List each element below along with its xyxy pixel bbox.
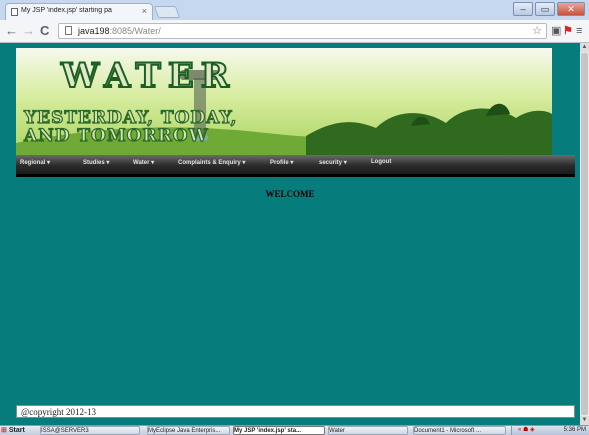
reload-button[interactable]: C	[40, 23, 49, 39]
chevron-down-icon: ▾	[343, 160, 347, 166]
minimize-button[interactable]: –	[513, 2, 533, 16]
menu-item-water[interactable]: Water ▾	[133, 159, 154, 166]
water-banner: WATER YESTERDAY, TODAY, AND TOMORROW	[16, 48, 552, 156]
windows-logo-icon: ⊞	[1, 427, 7, 434]
banner-title: WATER	[60, 55, 237, 97]
extension-icon[interactable]: ▣	[551, 23, 561, 39]
welcome-heading: WELCOME	[265, 189, 315, 199]
menu-item-complaints-enquiry[interactable]: Complaints & Enquiry ▾	[178, 159, 245, 166]
footer-bar: @copyright 2012-13	[16, 405, 575, 418]
scroll-up-arrow-icon[interactable]: ▲	[580, 43, 589, 52]
url-host: java198	[78, 26, 110, 36]
wrench-menu-icon[interactable]: ≡	[576, 23, 582, 39]
os-taskbar: ⊞ Start ISSA@SERVER3 MyEclipse Java Ente…	[0, 425, 589, 435]
taskbar-item-water-folder[interactable]: Water	[328, 426, 408, 435]
clock: 5:36 PM	[563, 427, 586, 433]
taskbar-item-browser[interactable]: My JSP 'index.jsp' sta...	[233, 426, 325, 435]
address-bar[interactable]: java198:8085/Water/ ☆	[58, 23, 547, 39]
banner-subtitle-line1: YESTERDAY, TODAY,	[23, 107, 238, 128]
new-tab-button[interactable]	[153, 6, 181, 18]
page-viewport: WATER YESTERDAY, TODAY, AND TOMORROW Reg…	[0, 43, 580, 425]
browser-toolbar: ← → C java198:8085/Water/ ☆ ▣ ⚑ ≡	[0, 20, 589, 43]
taskbar-item-server[interactable]: ISSA@SERVER3	[40, 426, 140, 435]
menu-item-studies[interactable]: Studies ▾	[83, 159, 109, 166]
browser-tab[interactable]: My JSP 'index.jsp' starting pa ×	[5, 3, 153, 20]
back-button[interactable]: ←	[5, 23, 18, 39]
tab-title: My JSP 'index.jsp' starting pa	[21, 7, 112, 14]
chevron-down-icon: ▾	[151, 160, 155, 166]
url-text: java198:8085/Water/	[78, 25, 161, 37]
tab-close-icon[interactable]: ×	[142, 6, 147, 16]
chevron-down-icon: ▾	[290, 160, 294, 166]
tray-icons[interactable]: « ☗ ◈	[518, 426, 535, 435]
taskbar-item-myeclipse[interactable]: MyEclipse Java Enterpris...	[147, 426, 230, 435]
browser-tab-strip: My JSP 'index.jsp' starting pa × – ▭ ✕	[0, 0, 589, 20]
start-button[interactable]: ⊞ Start	[1, 426, 41, 435]
url-path: :8085/Water/	[109, 26, 161, 36]
page-icon	[65, 26, 72, 35]
system-tray: « ☗ ◈ 5:36 PM	[511, 426, 589, 435]
forward-button[interactable]: →	[22, 23, 35, 39]
chevron-down-icon: ▾	[242, 160, 246, 166]
main-menu: Regional ▾ Studies ▾ Water ▾ Complaints …	[16, 155, 575, 177]
menu-item-regional[interactable]: Regional ▾	[20, 159, 50, 166]
flag-icon[interactable]: ⚑	[563, 23, 573, 39]
copyright-text: @copyright 2012-13	[21, 407, 97, 417]
scrollbar-thumb[interactable]	[581, 53, 588, 415]
scroll-down-arrow-icon[interactable]: ▼	[580, 416, 589, 425]
maximize-button[interactable]: ▭	[535, 2, 555, 16]
bookmark-star-icon[interactable]: ☆	[532, 24, 542, 37]
menu-item-security[interactable]: security ▾	[319, 159, 347, 166]
taskbar-item-word-document[interactable]: Document1 - Microsoft ...	[413, 426, 506, 435]
menu-item-logout[interactable]: Logout	[371, 159, 391, 165]
menu-item-profile[interactable]: Profile ▾	[270, 159, 293, 166]
banner-subtitle-line2: AND TOMORROW	[23, 125, 209, 146]
page-favicon-icon	[11, 8, 18, 16]
page-scrollbar[interactable]: ▲ ▼	[580, 43, 589, 425]
chevron-down-icon: ▾	[106, 160, 110, 166]
chevron-down-icon: ▾	[47, 160, 51, 166]
close-window-button[interactable]: ✕	[557, 2, 585, 16]
